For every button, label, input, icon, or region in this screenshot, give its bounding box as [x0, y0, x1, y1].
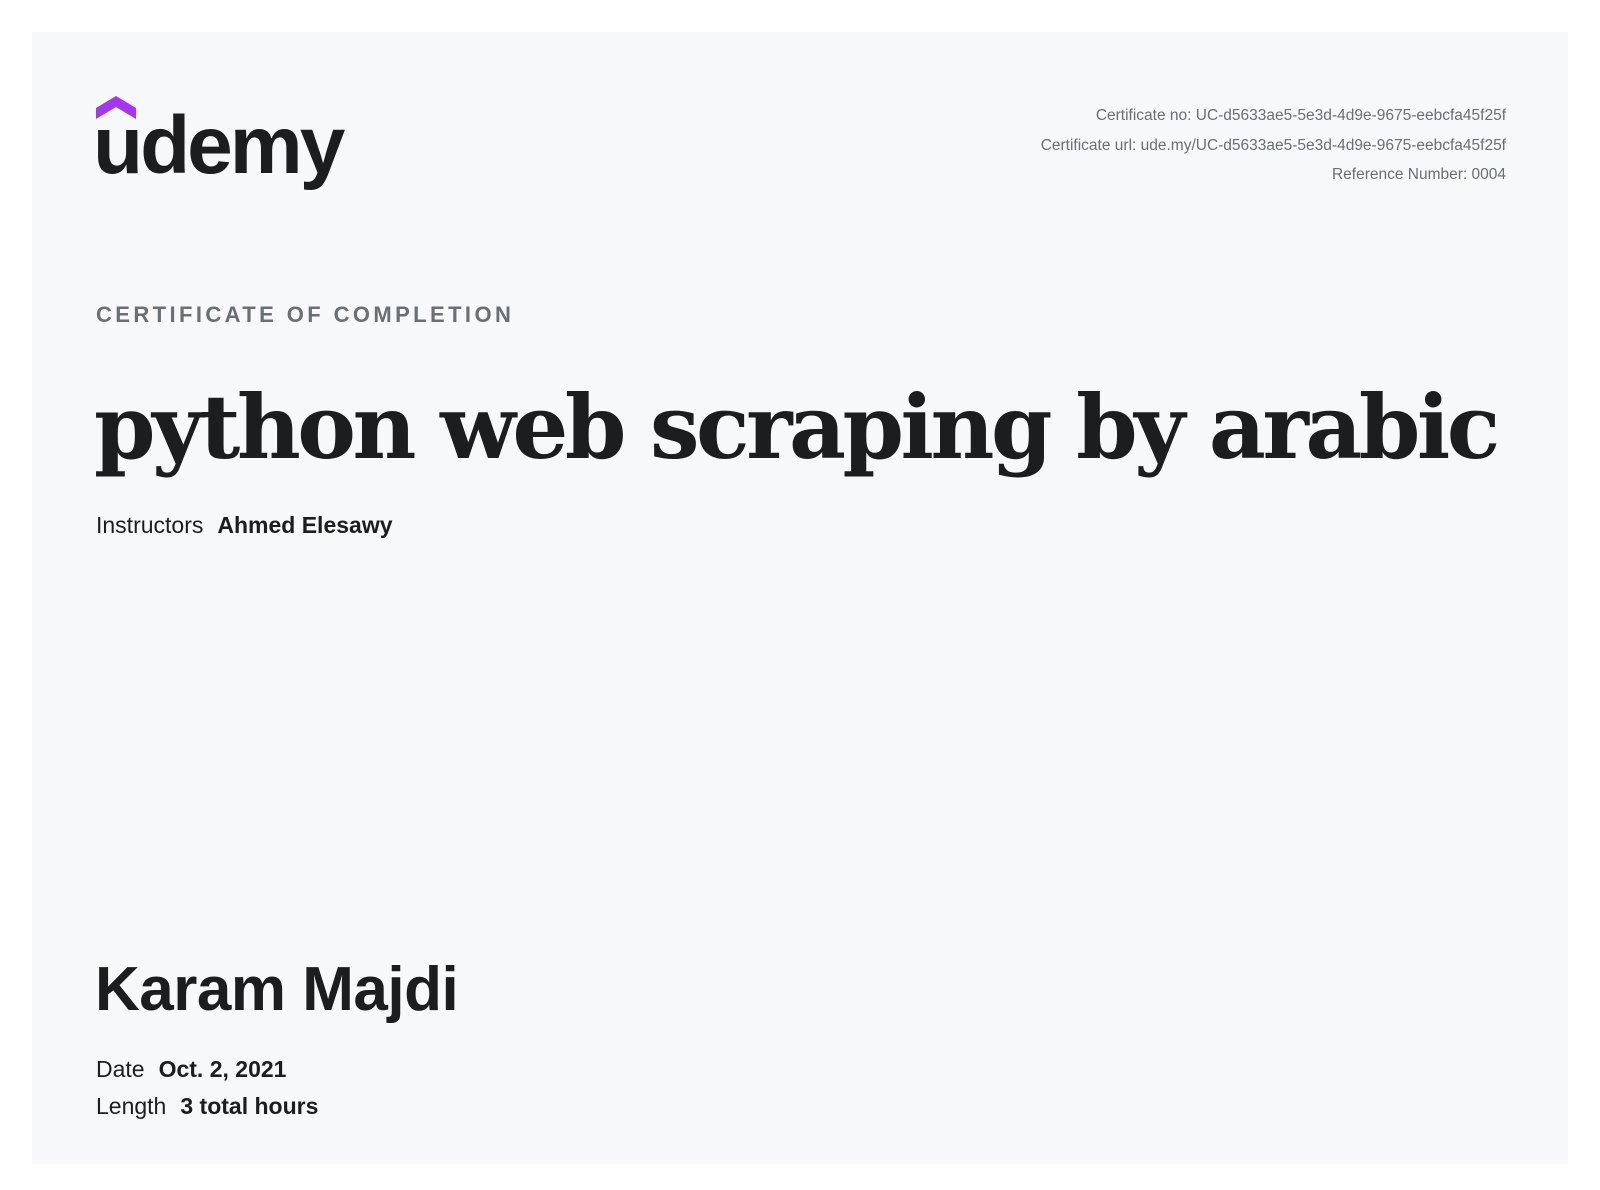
logo-wordmark: udemy — [93, 100, 345, 191]
certificate-url: Certificate url: ude.my/UC-d5633ae5-5e3d… — [1040, 136, 1506, 154]
length-line: Length 3 total hours — [96, 1093, 318, 1120]
reference-number: Reference Number: 0004 — [1331, 166, 1506, 183]
certificate-meta: Certificate no: UC-d5633ae5-5e3d-4d9e-96… — [1041, 101, 1506, 190]
certificate-kicker: CERTIFICATE OF COMPLETION — [96, 302, 515, 327]
instructors-value: Ahmed Elesawy — [217, 512, 393, 538]
length-label: Length — [96, 1093, 167, 1119]
date-value: Oct. 2, 2021 — [158, 1056, 287, 1082]
date-label: Date — [96, 1056, 145, 1082]
certificate-sheet: udemy Certificate no: UC-d5633ae5-5e3d-4… — [32, 32, 1568, 1164]
certificate-number: Certificate no: UC-d5633ae5-5e3d-4d9e-96… — [1095, 107, 1506, 124]
instructors-line: Instructors Ahmed Elesawy — [96, 512, 393, 539]
recipient-name: Karam Majdi — [95, 955, 459, 1024]
length-value: 3 total hours — [180, 1093, 319, 1119]
instructors-label: Instructors — [96, 512, 204, 538]
course-title: python web scraping by arabic — [94, 375, 1500, 479]
udemy-logo: udemy — [93, 96, 366, 196]
date-line: Date Oct. 2, 2021 — [96, 1056, 286, 1083]
